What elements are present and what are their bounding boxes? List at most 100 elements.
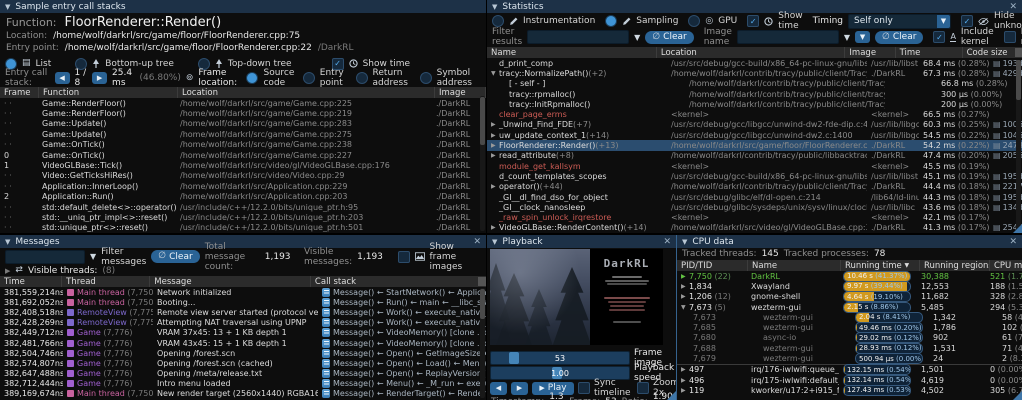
timing-dropdown[interactable]: Self only▼ <box>848 14 951 29</box>
expand-icon[interactable]: ▶ <box>681 283 689 290</box>
callstack-icon[interactable] <box>322 379 330 388</box>
cpu-data-titlebar[interactable]: ▼ CPU data ✕ <box>677 235 1022 248</box>
table-row[interactable]: 381,559,214nsMain thread (7,750)Network … <box>0 287 486 297</box>
playback-titlebar[interactable]: ▼ Playback ✕ <box>487 235 676 248</box>
filter-results-input[interactable] <box>527 30 629 44</box>
sample-table-header[interactable]: Frame Function Location Image <box>0 87 486 98</box>
gpu-radio[interactable] <box>688 15 700 27</box>
scrollbar-thumb[interactable] <box>480 97 485 145</box>
table-row[interactable]: 7,685wezterm-gui49.46 ms (0.20%)1,786102… <box>677 322 1022 332</box>
table-row[interactable]: 389,169,674nsMain thread (7,750)New rend… <box>0 389 486 399</box>
table-row[interactable]: _GI__dl_find_dso_for_object/usr/src/debu… <box>487 192 1022 202</box>
table-row[interactable]: 382,574,807nsGame (7,776)Opening /forest… <box>0 358 486 368</box>
table-row[interactable]: 382,408,518nsRemoteView (7,775)Remote vi… <box>0 307 486 317</box>
table-row[interactable]: ▼7,673 (5)wezterm-gui2.15 s (8.86%)5,485… <box>677 302 1022 312</box>
expand-icon[interactable]: ▶ <box>491 142 499 149</box>
show-time-checkbox[interactable] <box>747 15 759 27</box>
table-row[interactable]: 0Game::OnTick()/home/wolf/darkrl/src/gam… <box>0 150 486 160</box>
table-row[interactable]: · ·Game::Update()/home/wolf/darkrl/src/g… <box>0 129 486 139</box>
table-row[interactable]: · ·std::__uniq_ptr_impl<>::reset()/usr/i… <box>0 212 486 222</box>
clear-messages-button[interactable]: ∅Clear <box>151 250 199 263</box>
expand-icon[interactable]: ▶ <box>681 293 689 300</box>
symbol-address-radio[interactable] <box>420 72 432 84</box>
table-row[interactable]: ▶operator() (+44)/home/wolf/darkrl/contr… <box>487 182 1022 192</box>
table-row[interactable]: _raw_spin_unlock_irqrestore<kernel><kern… <box>487 212 1022 222</box>
hide-unknown-checkbox[interactable] <box>961 15 973 27</box>
filter-icon[interactable]: ▼ <box>634 33 640 42</box>
collapse-icon[interactable]: ▼ <box>682 238 687 246</box>
sampling-radio[interactable] <box>605 15 617 27</box>
table-row[interactable]: ▶read_attribute (+8)/home/wolf/darkrl/co… <box>487 151 1022 161</box>
callstack-icon[interactable] <box>322 298 330 307</box>
instrumentation-radio[interactable] <box>492 15 504 27</box>
expand-icon[interactable]: ▶ <box>681 366 689 373</box>
table-row[interactable]: 2Application::Run()/home/wolf/darkrl/src… <box>0 192 486 202</box>
table-row[interactable]: · ·Application::InnerLoop()/home/wolf/da… <box>0 181 486 191</box>
callstack-icon[interactable] <box>322 339 330 348</box>
table-row[interactable]: ▶497irq/176-iwlwifi:queue_1132.15 ms (0.… <box>677 364 1022 375</box>
table-row[interactable]: ▼tracy::NormalizePath() (+2)/home/wolf/d… <box>487 68 1022 78</box>
scrollbar-thumb[interactable] <box>480 289 485 319</box>
table-row[interactable]: ▶FloorRenderer::Render() (+13)/home/wolf… <box>487 140 1022 150</box>
filter-icon[interactable]: ▼ <box>844 33 850 42</box>
table-options-icon[interactable] <box>478 277 486 286</box>
prev-stack-button[interactable]: ◀ <box>55 72 70 84</box>
resize-grip[interactable] <box>1013 391 1022 400</box>
stats-table-header[interactable]: Name Location Image Time Code size <box>487 47 1022 58</box>
callstack-icon[interactable] <box>322 359 330 368</box>
table-row[interactable]: module_get_kallsym<kernel><kernel>45.5 m… <box>487 161 1022 171</box>
expand-icon[interactable]: ▶ <box>681 377 689 384</box>
expand-icon[interactable]: ▶ <box>5 267 10 275</box>
entry-point-radio[interactable] <box>303 72 315 84</box>
clear-filter-button[interactable]: ∅Clear <box>645 31 693 44</box>
callstack-icon[interactable] <box>322 328 330 337</box>
table-row[interactable]: 381,692,052nsMain thread (7,750)Booting.… <box>0 297 486 307</box>
table-row[interactable]: · ·Game::RenderFloor()/home/wolf/darkrl/… <box>0 108 486 118</box>
image-name-input[interactable] <box>737 30 839 44</box>
callstack-icon[interactable] <box>322 288 330 297</box>
collapse-icon[interactable]: ▼ <box>5 3 10 11</box>
table-row[interactable]: ▶7,750 (22)DarkRL10.46 s (41.37%)30,3885… <box>677 271 1022 281</box>
table-row[interactable]: ▶1,206 (12)gnome-shell4.64 s (19.10%)11,… <box>677 292 1022 302</box>
include-kernel-checkbox[interactable] <box>933 31 945 43</box>
table-row[interactable]: 382,647,488nsGame (7,776)Opening /meta/r… <box>0 369 486 379</box>
table-row[interactable]: 1VideoGLBase::Tick()/home/wolf/darkrl/sr… <box>0 160 486 170</box>
resize-grip[interactable] <box>667 391 676 400</box>
callstack-icon[interactable] <box>322 369 330 378</box>
collapse-icon[interactable]: ▼ <box>5 238 10 246</box>
table-row[interactable]: · ·std::unique_ptr<>::reset()/usr/includ… <box>0 223 486 233</box>
filter-icon[interactable]: ▼ <box>90 252 96 261</box>
cpu-table-header[interactable]: PID/TID Name Running time ▼ Running regi… <box>677 260 1022 271</box>
expand-icon[interactable]: ▶ <box>491 152 499 159</box>
table-row[interactable]: 382,712,444nsGame (7,776)Intro menu load… <box>0 379 486 389</box>
table-row[interactable]: tracy::rpmalloc()/home/wolf/darkrl/contr… <box>487 89 1022 99</box>
table-row[interactable]: 382,428,269nsRemoteView (7,775)Attemptin… <box>0 318 486 328</box>
table-row[interactable]: [ - self - ]/home/wolf/darkrl/contrib/tr… <box>487 79 1022 89</box>
table-row[interactable]: 7,679wezterm-gui500.94 µs (0.00%)242 (8.… <box>677 353 1022 363</box>
table-row[interactable]: · ·Game::OnTick()/home/wolf/darkrl/src/g… <box>0 140 486 150</box>
expand-icon[interactable]: ▶ <box>681 387 689 394</box>
collapse-icon[interactable]: ▼ <box>492 238 497 246</box>
next-stack-button[interactable]: ▶ <box>92 72 107 84</box>
expand-icon[interactable]: ▶ <box>491 121 499 128</box>
table-options-icon[interactable] <box>1015 48 1022 57</box>
table-row[interactable]: ▶496irq/175-iwlwifi:default_qu132.14 ms … <box>677 375 1022 385</box>
table-row[interactable]: 382,481,766nsGame (7,776)VRAM 43x45: 15 … <box>0 338 486 348</box>
statistics-titlebar[interactable]: ▼ Statistics ✕ <box>487 0 1022 13</box>
close-icon[interactable]: ✕ <box>1009 237 1017 247</box>
expand-icon[interactable]: ▼ <box>681 304 689 311</box>
table-row[interactable]: · ·Game::Update()/home/wolf/darkrl/src/g… <box>0 119 486 129</box>
source-code-radio[interactable] <box>246 72 258 84</box>
callstack-icon[interactable] <box>322 349 330 358</box>
table-row[interactable]: · ·Video::GetTicksHiRes()/home/wolf/dark… <box>0 171 486 181</box>
table-row[interactable]: 7,688wezterm-gui28.93 ms (0.12%)1,53171 … <box>677 343 1022 353</box>
messages-table-header[interactable]: Time Thread Message Call stack <box>0 276 486 287</box>
callstack-icon[interactable] <box>322 318 330 327</box>
table-row[interactable]: _GI__clock_nanosleep/usr/src/debug/glibc… <box>487 202 1022 212</box>
sample-panel-titlebar[interactable]: ▼ Sample entry call stacks <box>0 0 486 13</box>
table-row[interactable]: 7,673wezterm-gui2.04 s (8.41%)1,34258 (4… <box>677 312 1022 322</box>
message-filter-input[interactable] <box>5 250 85 264</box>
scrollbar-thumb[interactable] <box>1016 60 1021 100</box>
table-row[interactable]: d_count_templates_scopes/usr/src/debug/g… <box>487 171 1022 181</box>
table-row[interactable]: 7,680async-io29.02 ms (0.12%)90261 (7.61… <box>677 333 1022 343</box>
